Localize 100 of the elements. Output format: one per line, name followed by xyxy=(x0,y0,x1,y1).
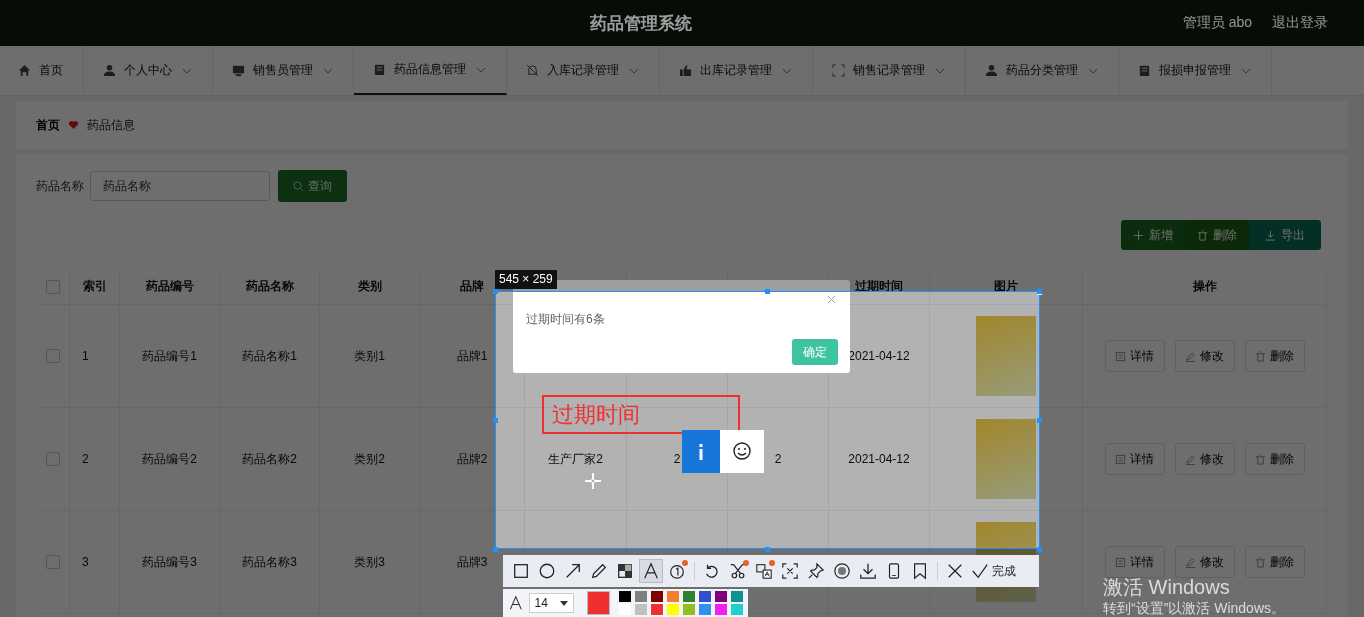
nav-menu-item[interactable]: 出库记录管理 xyxy=(660,46,813,95)
translate-icon xyxy=(755,562,773,580)
checkbox[interactable] xyxy=(45,349,60,363)
pencil-icon xyxy=(590,562,608,580)
resize-handle[interactable] xyxy=(493,418,498,423)
table-cell: 1 xyxy=(82,349,89,363)
resize-handle[interactable] xyxy=(493,289,498,294)
edit-button[interactable]: 修改 xyxy=(1174,340,1235,372)
nav-menu-item[interactable]: 首页 xyxy=(0,46,84,95)
color-swatch[interactable] xyxy=(619,591,631,602)
nav-menu-item[interactable]: 药品信息管理 xyxy=(354,46,507,95)
table-cell: 药品名称2 xyxy=(242,450,297,468)
table-cell: 类别3 xyxy=(354,553,385,571)
smiley-icon[interactable] xyxy=(720,430,764,473)
document-icon xyxy=(1115,350,1126,362)
plus-icon xyxy=(1133,229,1144,241)
table-cell: 2021-04-12 xyxy=(848,452,910,466)
clipboard-icon xyxy=(373,63,386,76)
color-swatch[interactable] xyxy=(715,591,727,602)
color-swatch[interactable] xyxy=(635,604,647,615)
text-tool-button[interactable] xyxy=(639,559,663,583)
notification-dot xyxy=(682,560,688,566)
text-scan-icon xyxy=(781,562,799,580)
table-cell: 生产厂家2 xyxy=(548,450,603,468)
numbered-circle-icon xyxy=(668,562,686,580)
pin-icon xyxy=(807,562,825,580)
breadcrumb-current: 药品信息 xyxy=(87,116,135,134)
selection-frame[interactable] xyxy=(495,291,1040,549)
resize-handle[interactable] xyxy=(1037,289,1042,295)
color-swatch[interactable] xyxy=(667,604,679,615)
details-button[interactable]: 详情 xyxy=(1104,340,1165,372)
table-cell: 2 xyxy=(673,452,681,466)
details-button[interactable]: 详情 xyxy=(1104,546,1165,578)
delete-button[interactable]: 删除 xyxy=(1185,220,1249,250)
heart-icon xyxy=(68,120,79,130)
color-swatch[interactable] xyxy=(683,591,695,602)
nav-menu-item[interactable]: 销售员管理 xyxy=(213,46,354,95)
resize-handle[interactable] xyxy=(1037,547,1042,552)
notification-dot xyxy=(743,560,749,566)
color-swatch[interactable] xyxy=(683,604,695,615)
color-swatch[interactable] xyxy=(731,604,743,615)
nav-menu-item[interactable]: 报损申报管理 xyxy=(1119,46,1272,95)
resize-handle[interactable] xyxy=(765,547,770,552)
delete-button[interactable]: 删除 xyxy=(1244,546,1305,578)
download-icon xyxy=(1265,229,1276,241)
resize-handle[interactable] xyxy=(1037,418,1042,423)
column-header: 索引 xyxy=(82,278,107,295)
color-swatch[interactable] xyxy=(699,604,711,615)
search-field[interactable]: 药品名称 xyxy=(90,171,270,201)
pencil-icon xyxy=(1185,453,1196,465)
search-button[interactable]: 查询 xyxy=(278,170,347,202)
column-header: 过期时间 xyxy=(855,278,903,295)
column-header: 操作 xyxy=(1192,278,1217,295)
color-swatch[interactable] xyxy=(699,591,711,602)
pencil-icon xyxy=(1185,556,1196,568)
trash-icon xyxy=(1197,229,1208,241)
nav-menu-item[interactable]: 入库记录管理 xyxy=(507,46,660,95)
delete-button[interactable]: 删除 xyxy=(1244,340,1305,372)
close-icon[interactable] xyxy=(827,295,836,304)
close-icon xyxy=(946,562,964,580)
breadcrumb-link[interactable]: 首页 xyxy=(36,116,60,134)
table-cell: 2 xyxy=(774,452,782,466)
details-button[interactable]: 详情 xyxy=(1104,443,1165,475)
logout-link[interactable]: 退出登录 xyxy=(1272,14,1328,32)
color-swatch[interactable] xyxy=(667,591,679,602)
edit-button[interactable]: 修改 xyxy=(1174,546,1235,578)
column-header: 药品编号 xyxy=(145,278,194,295)
field-label: 药品名称 xyxy=(36,177,85,195)
color-swatch[interactable] xyxy=(715,604,727,615)
resize-handle[interactable] xyxy=(493,547,498,552)
checkbox[interactable] xyxy=(45,279,60,294)
color-swatch[interactable] xyxy=(635,591,647,602)
person-icon xyxy=(103,64,116,77)
download-icon xyxy=(859,562,877,580)
confirm-button[interactable]: 确定 xyxy=(792,339,838,365)
bell-icon xyxy=(526,64,539,77)
font-size-select[interactable]: 14 xyxy=(528,593,574,613)
thumb-icon xyxy=(679,64,692,77)
delete-button[interactable]: 删除 xyxy=(1244,443,1305,475)
edit-button[interactable]: 修改 xyxy=(1174,443,1235,475)
search-icon xyxy=(293,180,304,192)
nav-menu-item[interactable]: 个人中心 xyxy=(84,46,213,95)
current-color-swatch[interactable] xyxy=(586,591,610,615)
scissors-icon xyxy=(729,562,747,580)
home-icon xyxy=(18,64,31,77)
nav-menu-item[interactable]: 药品分类管理 xyxy=(966,46,1119,95)
export-button[interactable]: 导出 xyxy=(1249,220,1321,250)
resize-handle[interactable] xyxy=(765,289,770,294)
frame-icon xyxy=(832,64,845,77)
add-button[interactable]: 新增 xyxy=(1121,220,1185,250)
table-cell: 2021-04-12 xyxy=(848,349,910,363)
done-button[interactable]: 完成 xyxy=(969,562,1018,580)
nav-menu-item[interactable]: 销售记录管理 xyxy=(813,46,966,95)
letter-a-icon xyxy=(642,562,660,580)
pencil-icon xyxy=(1185,350,1196,362)
color-swatch[interactable] xyxy=(651,591,663,602)
checkbox[interactable] xyxy=(45,555,60,569)
color-swatch[interactable] xyxy=(731,591,743,602)
color-swatch[interactable] xyxy=(651,604,663,615)
checkbox[interactable] xyxy=(45,452,60,466)
